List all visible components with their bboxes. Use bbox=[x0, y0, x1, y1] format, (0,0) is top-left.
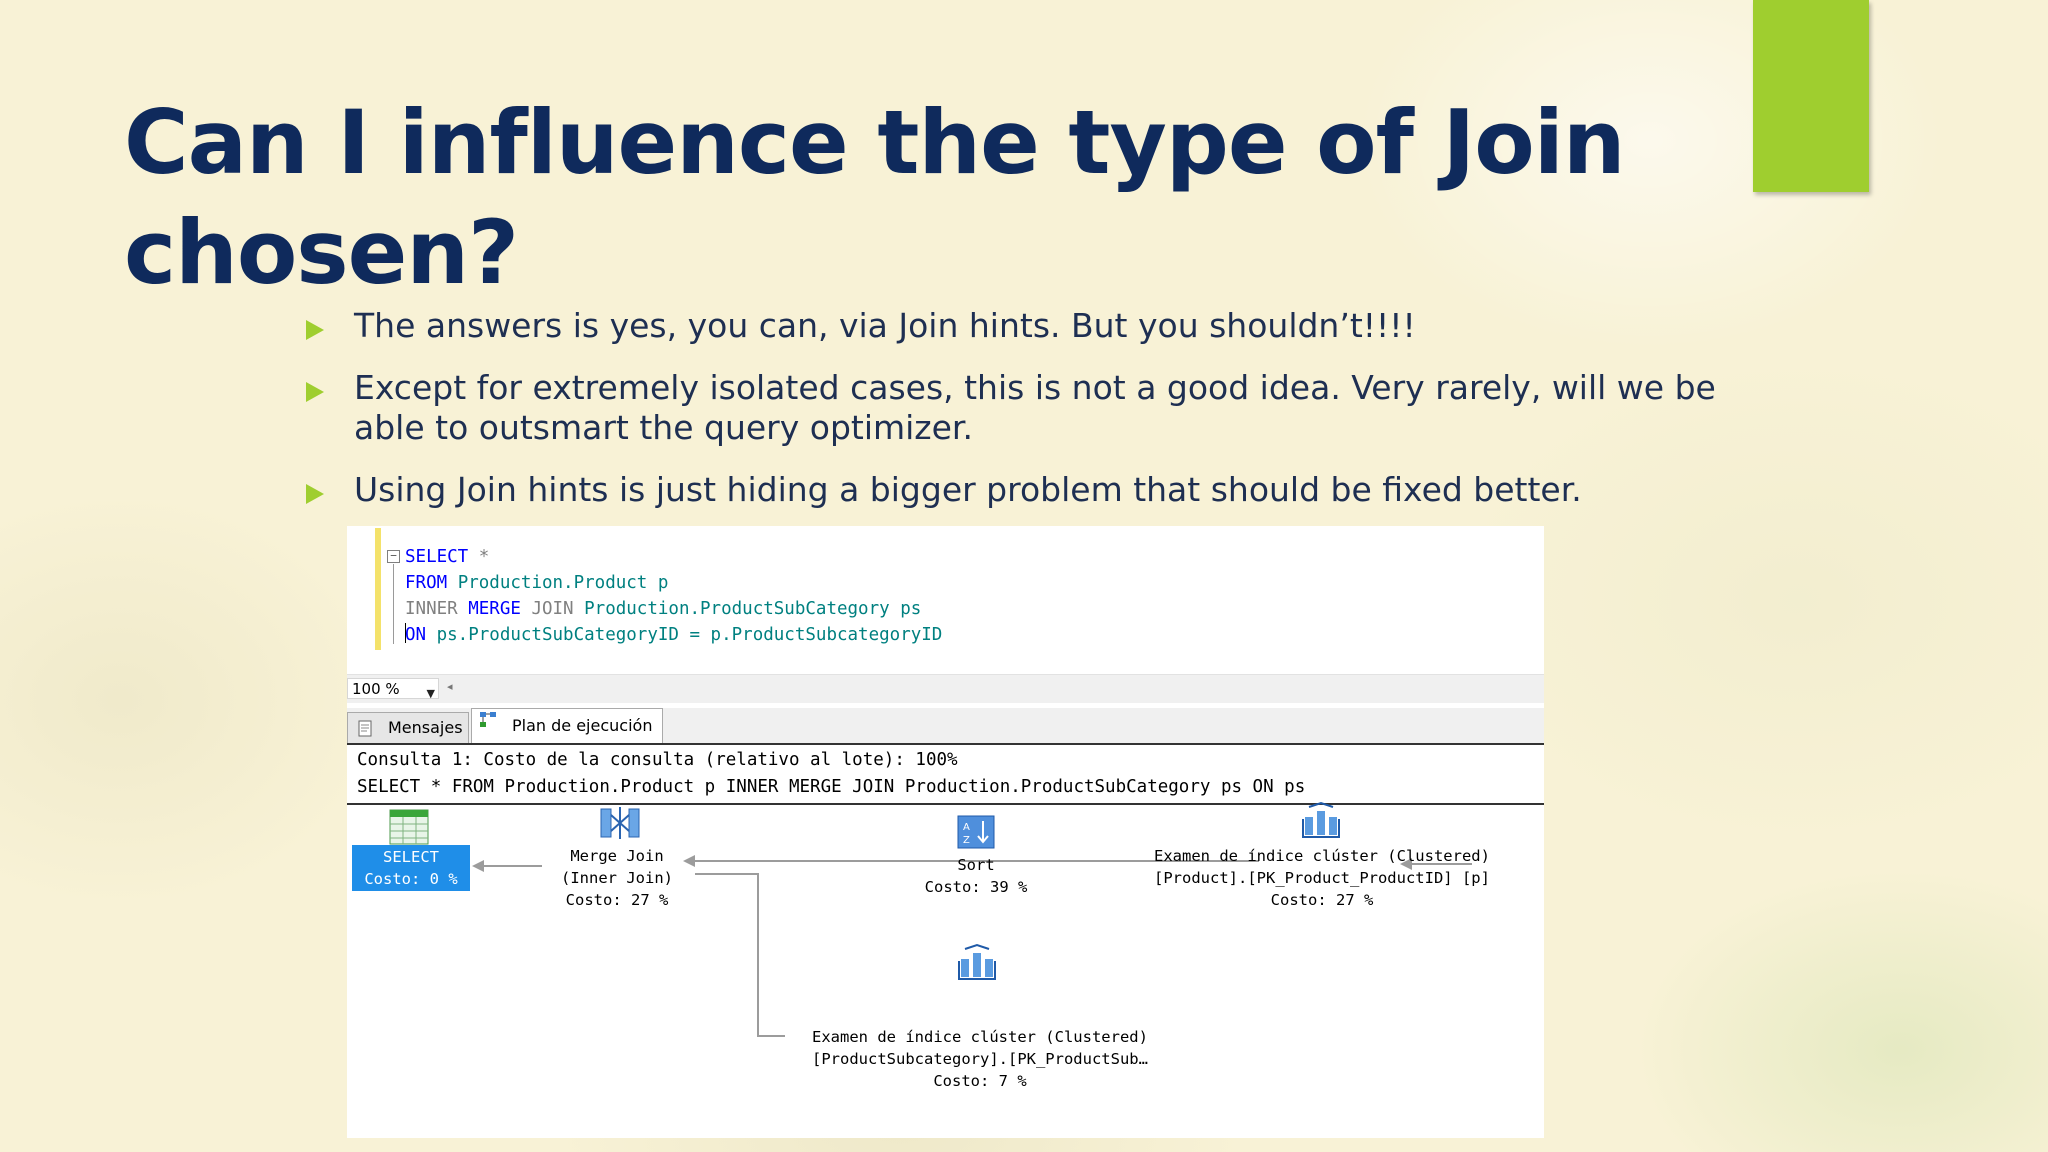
bullet-text: Except for extremely isolated cases, thi… bbox=[354, 368, 1716, 447]
scan-subcat-cost: Costo: 7 % bbox=[933, 1072, 1027, 1090]
code-line-4: ON ps.ProductSubCategoryID = p.ProductSu… bbox=[405, 623, 943, 645]
scan-product-name: Examen de índice clúster (Clustered) bbox=[1154, 847, 1490, 865]
outline-line bbox=[393, 564, 394, 644]
tab-execution-plan[interactable]: Plan de ejecución bbox=[471, 708, 663, 743]
scroll-left-icon[interactable]: ◂ bbox=[447, 680, 453, 693]
svg-text:Z: Z bbox=[963, 835, 970, 846]
bullet-list: The answers is yes, you can, via Join hi… bbox=[304, 306, 1744, 532]
query-editor[interactable]: − SELECT * FROM Production.Product p INN… bbox=[347, 526, 1544, 674]
bullet-arrow-icon bbox=[306, 320, 324, 340]
merge-node-cost: Costo: 27 % bbox=[565, 891, 669, 909]
bullet-arrow-icon bbox=[306, 484, 324, 504]
scan-subcat-name: Examen de índice clúster (Clustered) bbox=[812, 1028, 1148, 1046]
code-line-1: SELECT * bbox=[405, 547, 490, 567]
zoom-value: 100 % bbox=[352, 680, 400, 698]
tab-plan-label: Plan de ejecución bbox=[512, 716, 653, 735]
code-line-3: INNER MERGE JOIN Production.ProductSubCa… bbox=[405, 599, 922, 619]
connector-line bbox=[757, 1035, 785, 1037]
code-line-2: FROM Production.Product p bbox=[405, 573, 669, 593]
merge-node-type: (Inner Join) bbox=[561, 869, 673, 887]
bullet-text: The answers is yes, you can, via Join hi… bbox=[354, 306, 1416, 345]
query-text: SELECT * FROM Production.Product p INNER… bbox=[357, 777, 1306, 797]
results-tabs: Mensajes Plan de ejecución bbox=[347, 708, 1544, 745]
tab-messages-label: Mensajes bbox=[388, 718, 463, 737]
select-node-cost: Costo: 0 % bbox=[364, 870, 458, 888]
svg-text:A: A bbox=[963, 822, 970, 833]
zoom-bar: 100 % ▼ ◂ bbox=[347, 674, 1544, 703]
sort-node-name: Sort bbox=[957, 856, 995, 874]
sort-node-cost: Costo: 39 % bbox=[924, 878, 1028, 896]
bullet-item: Using Join hints is just hiding a bigger… bbox=[304, 470, 1744, 510]
sql-code[interactable]: SELECT * FROM Production.Product p INNER… bbox=[405, 544, 942, 648]
scan-product-cost: Costo: 27 % bbox=[1270, 891, 1374, 909]
select-node-name: SELECT bbox=[383, 848, 439, 866]
scan-subcat-object: [ProductSubcategory].[PK_ProductSub… bbox=[812, 1050, 1148, 1068]
tab-messages[interactable]: Mensajes bbox=[347, 712, 469, 743]
connector-line bbox=[695, 873, 757, 875]
merge-join-icon[interactable] bbox=[599, 805, 641, 841]
plan-node-select[interactable]: SELECT Costo: 0 % bbox=[352, 845, 470, 891]
plan-header: Consulta 1: Costo de la consulta (relati… bbox=[347, 745, 1544, 805]
change-tracking-margin bbox=[375, 528, 381, 650]
clustered-index-scan-icon[interactable] bbox=[955, 943, 999, 983]
execution-plan-diagram: SELECT Costo: 0 % Merge Join (Inner Join… bbox=[347, 801, 1544, 1138]
collapse-minus-icon[interactable]: − bbox=[387, 550, 400, 563]
select-table-icon[interactable] bbox=[389, 809, 429, 845]
chevron-down-icon[interactable]: ▼ bbox=[427, 683, 435, 704]
connector-line bbox=[482, 865, 542, 867]
query-cost-text: Consulta 1: Costo de la consulta (relati… bbox=[357, 750, 958, 770]
sort-icon[interactable]: A Z bbox=[957, 815, 995, 849]
ssms-screenshot: − SELECT * FROM Production.Product p INN… bbox=[347, 526, 1544, 1138]
bullet-item: The answers is yes, you can, via Join hi… bbox=[304, 306, 1744, 346]
bullet-arrow-icon bbox=[306, 382, 324, 402]
clustered-index-scan-icon[interactable] bbox=[1299, 801, 1343, 841]
bullet-item: Except for extremely isolated cases, thi… bbox=[304, 368, 1744, 448]
slide-title: Can I influence the type of Join chosen? bbox=[124, 91, 1626, 304]
messages-icon bbox=[358, 720, 372, 737]
accent-bar bbox=[1753, 0, 1869, 192]
execution-plan-icon bbox=[480, 712, 496, 727]
bullet-text: Using Join hints is just hiding a bigger… bbox=[354, 470, 1582, 509]
zoom-select[interactable]: 100 % ▼ bbox=[347, 678, 439, 700]
scan-product-object: [Product].[PK_Product_ProductID] [p] bbox=[1154, 869, 1490, 887]
connector-line bbox=[757, 873, 759, 1037]
merge-node-name: Merge Join bbox=[570, 847, 664, 865]
arrow-left-icon bbox=[472, 860, 484, 872]
